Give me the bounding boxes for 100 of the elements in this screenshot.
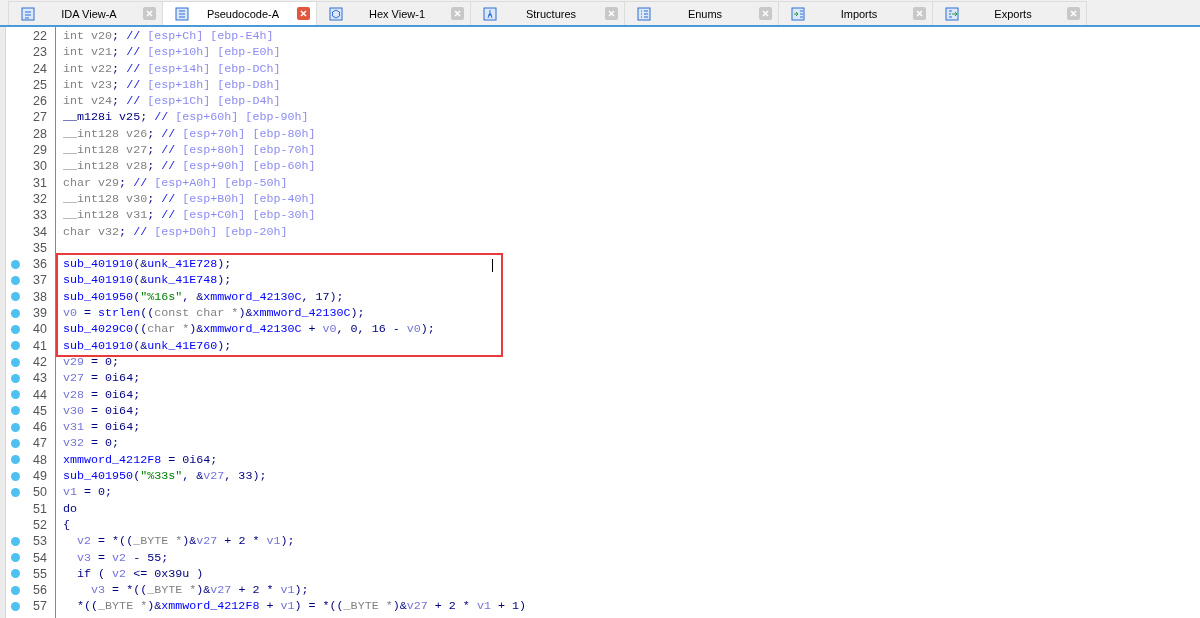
line-number: 33	[32, 207, 47, 224]
tab[interactable]: Pseudocode-A	[162, 1, 317, 25]
line-number: 43	[32, 370, 47, 387]
close-icon	[762, 10, 769, 17]
line-number: 39	[32, 305, 47, 322]
line-number: 28	[32, 125, 47, 143]
tab-label: Hex View-1	[367, 7, 426, 20]
close-icon	[916, 10, 923, 17]
import-icon	[791, 6, 805, 21]
line-number: 37	[32, 272, 47, 289]
listing-icon	[21, 6, 35, 21]
tab-label: Structures	[524, 7, 578, 20]
line-number: 40	[32, 321, 47, 338]
code-line: sub_401910(&unk_41E760);	[63, 337, 232, 354]
line-number: 55	[32, 565, 47, 583]
code-line: v3 = *((_BYTE *)&v27 + 2 * v1);	[90, 582, 309, 599]
document-icon	[175, 6, 189, 21]
line-dot-icon[interactable]	[10, 455, 20, 465]
line-number: 38	[32, 288, 47, 306]
tab[interactable]: Exports	[932, 1, 1087, 25]
code-line: v30 = 0i64;	[63, 402, 141, 420]
line-number: 22	[32, 28, 47, 45]
line-number: 26	[32, 93, 47, 110]
code-line: sub_4029C0((char *)&xmmword_42130C + v0, 0, 16 - v0);	[63, 321, 435, 338]
hexagon-icon	[329, 6, 343, 21]
line-number: 47	[32, 435, 47, 452]
line-dot-icon[interactable]	[10, 406, 20, 416]
code-line: v0 = strlen((const char *)&xmmword_42130C);	[63, 305, 365, 322]
line-number: 23	[32, 44, 47, 61]
code-line: __int128 v31; // [esp+C0h] [ebp-30h]	[63, 207, 316, 224]
line-dot-icon[interactable]	[10, 259, 20, 269]
line-number: 36	[32, 256, 47, 273]
line-dot-icon[interactable]	[10, 357, 20, 367]
code-line: __int128 v28; // [esp+90h] [ebp-60h]	[63, 158, 316, 175]
line-dot-icon[interactable]	[10, 569, 20, 579]
code-line: do	[63, 500, 78, 517]
tab-label: Pseudocode-A	[205, 7, 281, 20]
close-button[interactable]	[297, 7, 310, 20]
tab-label: Exports	[993, 7, 1033, 20]
code-line: sub_401910(&unk_41E748);	[63, 272, 232, 289]
line-dot-icon[interactable]	[10, 276, 20, 286]
line-number: 25	[32, 76, 47, 94]
line-number: 44	[32, 386, 47, 403]
line-dot-icon[interactable]	[10, 487, 20, 497]
list-icon	[637, 6, 651, 21]
line-dot-icon[interactable]	[10, 536, 20, 546]
line-dot-icon[interactable]	[10, 422, 20, 432]
export-icon	[945, 6, 959, 21]
code-line: __int128 v26; // [esp+70h] [ebp-80h]	[63, 125, 316, 143]
line-number: 27	[32, 109, 47, 126]
line-number: 24	[32, 60, 47, 77]
line-number: 42	[32, 353, 47, 371]
line-dot-icon[interactable]	[10, 471, 20, 481]
close-icon	[146, 10, 153, 17]
close-icon	[300, 10, 307, 17]
line-number: 35	[32, 239, 47, 257]
line-dot-icon[interactable]	[10, 308, 20, 318]
line-number: 45	[32, 402, 47, 420]
line-dot-icon[interactable]	[10, 325, 20, 334]
code-line: *((_BYTE *)&xmmword_4212F8 + v1) = *((_BYTE *)&v27 + 2 * v1 + 1)	[76, 598, 526, 615]
code-line: __int128 v30; // [esp+B0h] [ebp-40h]	[63, 190, 316, 208]
line-dot-icon[interactable]	[10, 602, 20, 612]
code-line: int v21; // [esp+10h] [ebp-E0h]	[63, 44, 281, 61]
close-button[interactable]	[1067, 7, 1080, 20]
close-button[interactable]	[451, 7, 464, 20]
code-line: if ( v2 <= 0x39u )	[76, 565, 204, 583]
line-dot-icon[interactable]	[10, 439, 20, 449]
close-button[interactable]	[913, 7, 926, 20]
line-dot-icon[interactable]	[10, 373, 20, 383]
line-number: 30	[32, 158, 47, 175]
code-line: sub_401910(&unk_41E728);	[63, 256, 232, 273]
code-line: xmmword_4212F8 = 0i64;	[63, 451, 218, 468]
close-button[interactable]	[143, 7, 156, 20]
line-dot-icon[interactable]	[10, 585, 20, 595]
tab-label: Imports	[839, 7, 879, 20]
code-line: v3 = v2 - 55;	[76, 549, 169, 566]
code-line: char v32; // [esp+D0h] [ebp-20h]	[63, 223, 288, 240]
line-number: 54	[32, 549, 47, 566]
structure-icon	[483, 6, 497, 21]
tab-label: IDA View-A	[60, 7, 118, 20]
text-cursor	[492, 259, 493, 273]
close-button[interactable]	[605, 7, 618, 20]
line-number: 31	[32, 174, 47, 191]
code-line: v32 = 0;	[63, 435, 120, 452]
code-line: v29 = 0;	[63, 353, 120, 371]
line-number: 53	[32, 533, 47, 550]
line-dot-icon[interactable]	[10, 341, 20, 351]
line-number: 51	[32, 500, 47, 517]
line-number: 49	[32, 468, 47, 485]
code-line: int v24; // [esp+1Ch] [ebp-D4h]	[63, 93, 281, 110]
tab[interactable]: IDA View-A	[8, 1, 163, 25]
close-button[interactable]	[759, 7, 772, 20]
line-dot-icon[interactable]	[10, 553, 20, 563]
line-dot-icon[interactable]	[10, 390, 20, 400]
code-line: {	[63, 516, 70, 534]
code-line: int v20; // [esp+Ch] [ebp-E4h]	[63, 28, 274, 45]
line-number: 41	[32, 337, 47, 354]
line-number: 57	[32, 598, 47, 615]
code-line: sub_401950("%33s", &v27, 33);	[63, 468, 267, 485]
line-dot-icon[interactable]	[10, 292, 20, 302]
